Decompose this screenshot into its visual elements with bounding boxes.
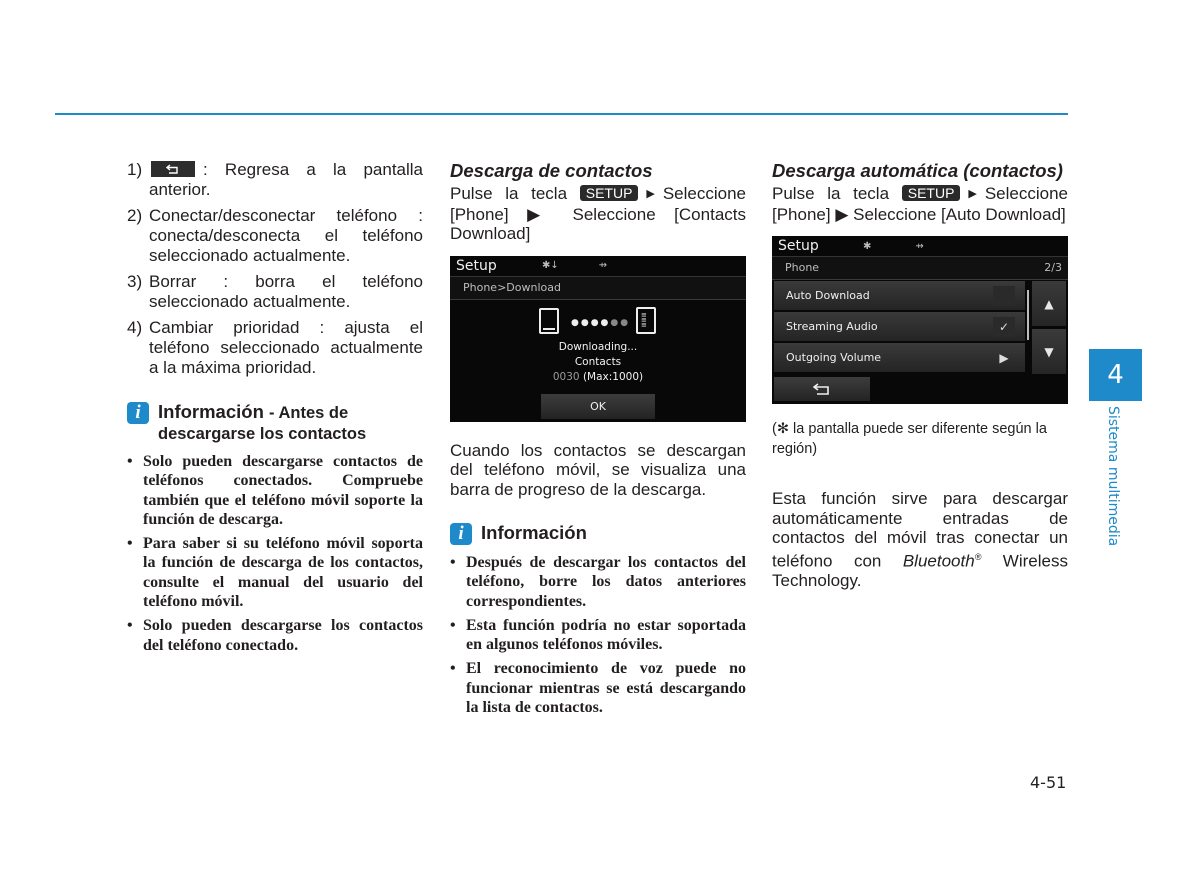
list-item: 3) Borrar : borra el teléfono seleccionad… — [127, 272, 423, 311]
info-heading: i Información - Antes de descargarse los… — [127, 402, 423, 444]
contacts-list-icon: ≡ ≡ ≡ — [636, 306, 656, 334]
instruction: Pulse la tecla SETUP ▶Seleccione [Phone] … — [772, 184, 1068, 224]
info-bullets: Después de descargar los contactos del t… — [450, 553, 746, 717]
bluetooth-icon: ✱ — [863, 240, 872, 252]
screen-breadcrumb: Phone 2/3 — [772, 257, 1068, 280]
contacts-label: Contacts — [574, 355, 622, 368]
download-description: Cuando los contactos se descargan del te… — [450, 440, 746, 499]
bullet-item: Para saber si su teléfono móvil soporta … — [127, 534, 423, 611]
section-title: Descarga de contactos — [450, 160, 653, 181]
list-item: 4) Cambiar prioridad : ajusta el teléfono… — [127, 318, 423, 377]
back-arrow-icon — [813, 383, 829, 395]
instruction: Pulse la tecla SETUP ▶Seleccione [Phone] … — [450, 184, 746, 243]
phone-settings-screen: Setup ✱ ⇸ Phone 2/3 Auto Download Stream… — [772, 236, 1068, 404]
screen-header: Setup ✱ ⇸ — [772, 236, 1068, 257]
usb-icon: ⇸ — [598, 260, 608, 271]
scroll-up-button[interactable]: ▲ — [1032, 281, 1066, 326]
button-descriptions: 1) : Regresa a la pantalla anterior. 2) C… — [127, 160, 423, 378]
chapter-label: Sistema multimedia — [1105, 406, 1121, 547]
column-3: Descarga automática (contactos) Pulse la… — [772, 160, 1068, 590]
header-rule — [55, 113, 1068, 115]
ok-button[interactable]: OK — [541, 393, 655, 419]
download-max: (Max:1000) — [582, 370, 644, 383]
checkbox-unchecked-icon[interactable] — [993, 285, 1015, 306]
triangle-down-icon: ▼ — [1044, 344, 1054, 359]
list-item: 1) : Regresa a la pantalla anterior. — [127, 160, 423, 199]
arrow-right-icon: ▶ — [960, 188, 985, 200]
arrow-right-icon: ▶ — [638, 188, 663, 200]
screen-breadcrumb: Phone>Download — [450, 276, 746, 300]
screen-header: Setup ✱↓ ⇸ — [450, 256, 746, 277]
downloading-label: Downloading... — [558, 340, 638, 353]
outgoing-volume-row[interactable]: Outgoing Volume ▶ — [774, 343, 1025, 372]
checkmark-icon[interactable]: ✓ — [993, 316, 1015, 337]
back-button[interactable] — [774, 377, 870, 401]
bullet-item: Solo pueden descargarse los contactos de… — [127, 616, 423, 655]
info-icon: i — [127, 402, 149, 424]
progress-dots: ●●●●●● — [571, 317, 631, 328]
scroll-down-button[interactable]: ▼ — [1032, 329, 1066, 374]
bluetooth-icon: ✱↓ — [542, 260, 559, 271]
list-item: 2) Conectar/desconectar teléfono : conect… — [127, 206, 423, 265]
info-title: Información — [481, 522, 587, 543]
bullet-item: Esta función podría no estar soportada e… — [450, 616, 746, 655]
section-title: Descarga automática (contactos) — [772, 160, 1063, 181]
auto-download-description: Esta función sirve para descargar automá… — [772, 489, 1068, 590]
streaming-audio-row[interactable]: Streaming Audio ✓ — [774, 312, 1025, 341]
back-arrow-icon — [151, 161, 195, 177]
info-title: Información — [158, 401, 264, 422]
region-note: (✻ la pantalla puede ser diferente según… — [772, 421, 1047, 457]
info-heading: i Información — [450, 523, 746, 545]
auto-download-row[interactable]: Auto Download — [774, 281, 1025, 310]
column-1: 1) : Regresa a la pantalla anterior. 2) C… — [127, 160, 423, 660]
info-icon: i — [450, 523, 472, 545]
bullet-item: El reconocimiento de voz puede no funcio… — [450, 659, 746, 717]
column-2: Descarga de contactos Pulse la tecla SET… — [450, 160, 746, 722]
setup-key: SETUP — [579, 185, 639, 201]
page-indicator: 2/3 — [1044, 261, 1062, 274]
usb-icon: ⇸ — [915, 240, 924, 252]
chapter-tab: 4 — [1089, 349, 1142, 401]
setup-key: SETUP — [901, 185, 961, 201]
bluetooth-brand: Bluetooth — [902, 551, 975, 571]
bullet-item: Después de descargar los contactos del t… — [450, 553, 746, 611]
arrow-right-icon: ▶ — [999, 350, 1009, 365]
info-bullets: Solo pueden descargarse contactos de tel… — [127, 452, 423, 655]
bullet-item: Solo pueden descargarse contactos de tel… — [127, 452, 423, 529]
scrollbar[interactable] — [1027, 290, 1029, 340]
download-count: 0030 — [552, 370, 580, 383]
page-number: 4-51 — [1030, 773, 1067, 792]
triangle-up-icon: ▲ — [1044, 296, 1054, 311]
download-screen: Setup ✱↓ ⇸ Phone>Download ●●●●●● ≡ ≡ ≡ Dow… — [450, 255, 746, 422]
phone-icon — [539, 307, 559, 334]
